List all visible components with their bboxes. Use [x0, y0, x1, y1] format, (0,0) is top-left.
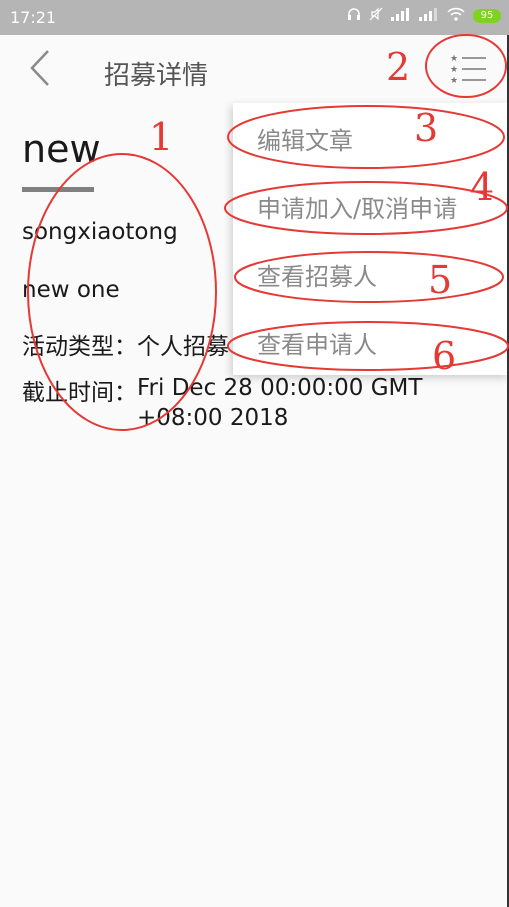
battery-icon: 95 [473, 9, 501, 23]
menu-item-view-recruiter[interactable]: 查看招募人 [257, 257, 377, 292]
starred-list-icon: ★ ★ ★ [448, 51, 488, 89]
article-body: new one [22, 277, 120, 303]
deadline-label: 截止时间： [22, 380, 137, 406]
article-title: new [22, 127, 101, 171]
deadline-value: Fri Dec 28 00:00:00 GMT +08:00 2018 [137, 375, 423, 431]
back-button[interactable] [20, 47, 60, 93]
menu-button[interactable]: ★ ★ ★ [438, 47, 498, 93]
svg-text:★: ★ [450, 54, 458, 64]
deadline-row: 截止时间： Fri Dec 28 00:00:00 GMT +08:00 201… [22, 373, 427, 433]
status-time: 17:21 [10, 8, 57, 27]
screen: 17:21 95 招募详情 ★ ★ ★ new songxiaotong new… [0, 0, 509, 907]
menu-item-edit-article[interactable]: 编辑文章 [257, 121, 353, 156]
menu-item-view-applicants[interactable]: 查看申请人 [257, 325, 377, 360]
overflow-menu: 编辑文章 申请加入/取消申请 查看招募人 查看申请人 [233, 103, 509, 375]
signal-icon [419, 7, 439, 25]
status-bar: 17:21 95 [0, 0, 509, 35]
wifi-icon [447, 7, 465, 25]
activity-type-label: 活动类型： [22, 334, 137, 360]
article-author: songxiaotong [22, 219, 178, 245]
menu-item-apply-cancel[interactable]: 申请加入/取消申请 [257, 189, 457, 224]
status-icons: 95 [347, 7, 501, 25]
mute-icon [369, 7, 383, 25]
svg-text:★: ★ [450, 65, 458, 75]
page-title: 招募详情 [104, 61, 209, 91]
title-underline [22, 187, 94, 192]
toolbar: 招募详情 ★ ★ ★ [0, 35, 509, 105]
svg-text:★: ★ [450, 76, 458, 85]
headphones-icon [347, 7, 361, 25]
chevron-left-icon [29, 49, 51, 91]
signal-icon [391, 7, 411, 25]
